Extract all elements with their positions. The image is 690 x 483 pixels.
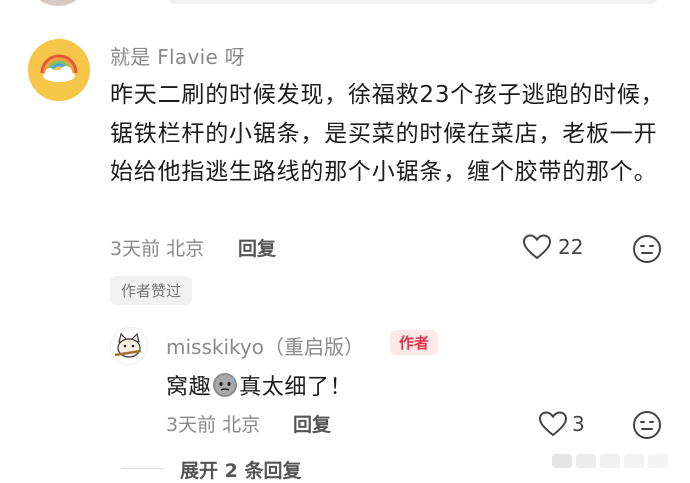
reply-content-after: 真太细了！	[239, 375, 353, 400]
rainbow-cloud-avatar-icon	[28, 39, 90, 101]
previous-comment-bar	[168, 0, 658, 4]
like-button[interactable]: 22	[522, 233, 583, 261]
author-tag: 作者	[390, 330, 439, 355]
reply-meta: 3天前 北京	[166, 414, 261, 436]
cat-avatar-icon	[111, 328, 147, 364]
reply-content-before: 窝趣	[166, 375, 212, 400]
dislike-button[interactable]	[632, 234, 662, 268]
neutral-face-icon	[633, 235, 661, 263]
neutral-face-icon	[633, 411, 661, 439]
reply-avatar[interactable]	[110, 327, 148, 365]
sweat-emoji-icon	[212, 372, 238, 398]
expand-divider	[122, 468, 164, 469]
author-liked-badge: 作者赞过	[110, 276, 193, 305]
reply-username[interactable]: misskikyo（重启版）	[166, 331, 364, 360]
avatar[interactable]	[28, 39, 90, 101]
heart-icon	[522, 234, 552, 260]
comment-meta: 3天前 北京	[110, 238, 205, 260]
comment-content: 昨天二刷的时候发现，徐福救23个孩子逃跑的时候，锯铁栏杆的小锯条，是买菜的时候在…	[110, 82, 665, 185]
comment-username[interactable]: 就是 Flavie 呀	[110, 41, 245, 70]
reply-reply-button[interactable]: 回复	[293, 410, 331, 437]
reply-dislike-button[interactable]	[632, 410, 662, 444]
previous-comment-avatar	[36, 0, 80, 6]
like-count: 22	[558, 235, 584, 259]
reply-like-button[interactable]: 3	[538, 410, 585, 438]
reply-like-count: 3	[572, 412, 585, 436]
heart-icon	[538, 411, 568, 437]
reply-button[interactable]: 回复	[238, 234, 276, 261]
watermark-logo	[552, 450, 680, 472]
reply-content: 窝趣 真太细了！	[166, 369, 352, 401]
